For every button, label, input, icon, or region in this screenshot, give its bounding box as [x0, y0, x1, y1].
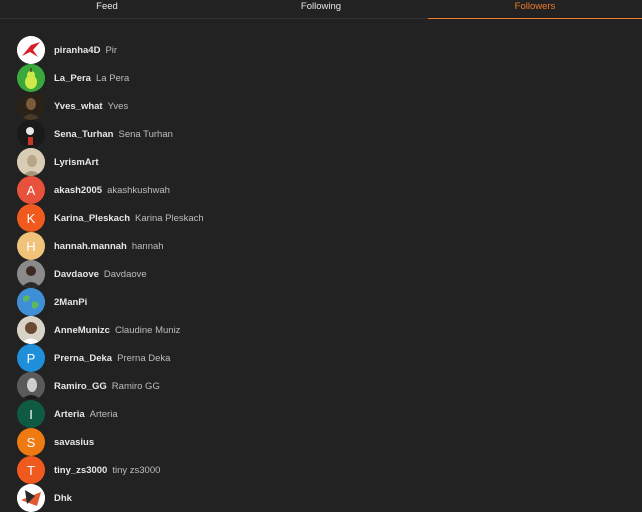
tab-feed[interactable]: Feed — [0, 0, 214, 18]
person-photo-icon[interactable] — [17, 260, 45, 288]
follower-row[interactable]: Sena_Turhan Sena Turhan — [17, 120, 617, 148]
follower-row[interactable]: Davdaove Davdaove — [17, 260, 617, 288]
red-bird-icon[interactable] — [17, 36, 45, 64]
tab-following[interactable]: Following — [214, 0, 428, 18]
display-name: Karina Pleskach — [135, 212, 204, 224]
follower-row[interactable]: Yves_what Yves — [17, 92, 617, 120]
avatar-letter: P — [26, 350, 36, 366]
display-name: Sena Turhan — [118, 128, 173, 140]
username[interactable]: La_Pera — [54, 73, 91, 84]
avatar-letter: T — [27, 462, 35, 478]
username[interactable]: LyrismArt — [54, 157, 99, 168]
display-name: La Pera — [95, 72, 130, 84]
follower-row[interactable]: P Prerna_Deka Prerna Deka — [17, 344, 617, 372]
avatar-letter: A — [26, 182, 36, 198]
follower-row[interactable]: LyrismArt — [17, 148, 617, 176]
avatar-letter: I — [29, 406, 33, 422]
dark-figure-icon[interactable] — [17, 120, 45, 148]
display-name: akashkushwah — [107, 184, 170, 196]
username[interactable]: hannah.mannah — [54, 241, 127, 252]
username[interactable]: Dhk — [54, 493, 72, 504]
display-name: Yves — [107, 100, 129, 112]
smiling-person-icon[interactable] — [17, 316, 45, 344]
display-name: Davdaove — [103, 268, 147, 280]
username[interactable]: savasius — [54, 437, 94, 448]
abstract-art-icon[interactable] — [17, 484, 45, 512]
avatar[interactable]: H — [17, 232, 45, 260]
avatar-letter: H — [26, 238, 36, 254]
follower-row[interactable]: 2ManPi — [17, 288, 617, 316]
avatar[interactable]: K — [17, 204, 45, 232]
username[interactable]: akash2005 — [54, 185, 102, 196]
portrait-icon[interactable] — [17, 92, 45, 120]
display-name: Ramiro GG — [111, 380, 160, 392]
avatar-letter: K — [26, 210, 36, 226]
display-name: hannah — [131, 240, 164, 252]
follower-row[interactable]: K Karina_Pleskach Karina Pleskach — [17, 204, 617, 232]
follower-row[interactable]: Ssavasius — [17, 428, 617, 456]
sketch-portrait-icon[interactable] — [17, 148, 45, 176]
follower-row[interactable]: Hhannah.mannah hannah — [17, 232, 617, 260]
avatar-letter: S — [26, 434, 36, 450]
username[interactable]: Arteria — [54, 409, 85, 420]
follower-row[interactable]: AnneMunizc Claudine Muniz — [17, 316, 617, 344]
tab-followers[interactable]: Followers — [428, 0, 642, 19]
avatar[interactable]: I — [17, 400, 45, 428]
username[interactable]: Sena_Turhan — [54, 129, 113, 140]
bw-portrait-icon[interactable] — [17, 372, 45, 400]
follower-row[interactable]: piranha4D Pir — [17, 36, 617, 64]
follower-row[interactable]: Ramiro_GG Ramiro GG — [17, 372, 617, 400]
username[interactable]: Ramiro_GG — [54, 381, 107, 392]
username[interactable]: tiny_zs3000 — [54, 465, 107, 476]
followers-list: piranha4D Pir La_Pera La Pera Yves_what Yves S… — [17, 36, 617, 512]
follower-row[interactable]: Aakash2005 akashkushwah — [17, 176, 617, 204]
username[interactable]: Davdaove — [54, 269, 99, 280]
username[interactable]: AnneMunizc — [54, 325, 110, 336]
avatar[interactable]: P — [17, 344, 45, 372]
follower-row[interactable]: Dhk — [17, 484, 617, 512]
pear-icon[interactable] — [17, 64, 45, 92]
display-name: Arteria — [89, 408, 118, 420]
display-name: Prerna Deka — [117, 352, 171, 364]
avatar[interactable]: T — [17, 456, 45, 484]
display-name: Pir — [105, 44, 118, 56]
display-name: tiny zs3000 — [112, 464, 161, 476]
username[interactable]: Karina_Pleskach — [54, 213, 130, 224]
follower-row[interactable]: Ttiny_zs3000 tiny zs3000 — [17, 456, 617, 484]
avatar[interactable]: A — [17, 176, 45, 204]
username[interactable]: Prerna_Deka — [54, 353, 112, 364]
avatar[interactable]: S — [17, 428, 45, 456]
follower-row[interactable]: I Arteria Arteria — [17, 400, 617, 428]
tab-bar: Feed Following Followers — [0, 0, 642, 19]
display-name: Claudine Muniz — [114, 324, 181, 336]
follower-row[interactable]: La_Pera La Pera — [17, 64, 617, 92]
username[interactable]: 2ManPi — [54, 297, 87, 308]
globe-icon[interactable] — [17, 288, 45, 316]
username[interactable]: Yves_what — [54, 101, 103, 112]
username[interactable]: piranha4D — [54, 45, 100, 56]
